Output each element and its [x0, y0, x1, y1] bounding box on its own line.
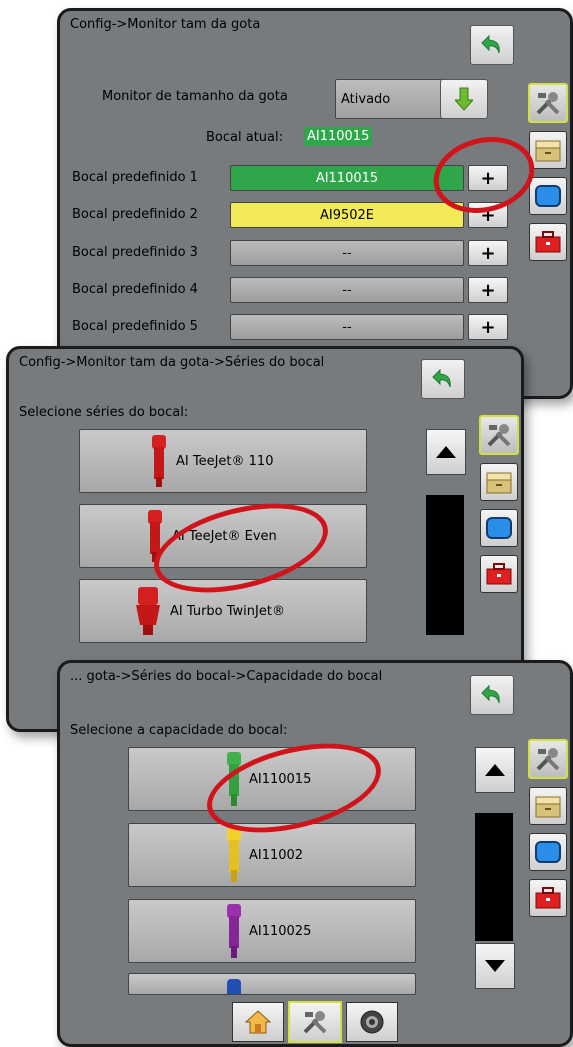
prompt: Selecione séries do bocal:	[19, 405, 189, 420]
screen-tab[interactable]	[480, 509, 518, 547]
toolbox-tab[interactable]	[529, 223, 567, 261]
capacity-label-3: AI110025	[249, 923, 312, 939]
home-tab[interactable]	[232, 1002, 284, 1042]
folder-tab[interactable]	[480, 463, 518, 501]
screen-icon	[535, 185, 561, 207]
tools-icon	[303, 1011, 327, 1034]
series-label-1: AI TeeJet® 110	[176, 453, 274, 469]
preset-field-1[interactable]: AI110015	[230, 165, 464, 191]
bottom-nav	[60, 1000, 570, 1044]
current-nozzle-value: AI110015	[304, 127, 373, 146]
preset-field-4[interactable]: --	[230, 277, 464, 303]
series-option-1[interactable]: AI TeeJet® 110	[79, 429, 367, 493]
tools-tab[interactable]	[528, 83, 568, 123]
tools-icon	[536, 92, 560, 115]
preset-field-5[interactable]: --	[230, 314, 464, 340]
down-arrow-icon	[485, 960, 505, 972]
preset-value-2: AI9502E	[319, 207, 375, 223]
preset-add-button-5[interactable]: +	[468, 314, 508, 340]
monitor-select[interactable]: Ativado	[335, 79, 446, 119]
prompt: Selecione a capacidade do bocal:	[70, 723, 288, 738]
back-button[interactable]	[470, 25, 514, 65]
scroll-down-button[interactable]	[475, 943, 515, 989]
toolbox-icon	[535, 231, 561, 253]
side-toolbar	[477, 415, 521, 593]
tools-tab[interactable]	[479, 415, 519, 455]
back-button[interactable]	[421, 359, 465, 399]
folder-icon	[486, 472, 512, 494]
current-nozzle-label: Bocal atual:	[206, 130, 283, 145]
gauge-icon	[360, 1010, 384, 1034]
scroll-up-button[interactable]	[426, 429, 466, 475]
screen-icon	[486, 517, 512, 539]
screen-tab[interactable]	[529, 833, 567, 871]
preset-label-1: Bocal predefinido 1	[72, 170, 198, 185]
back-arrow-icon	[481, 34, 500, 54]
preset-label-2: Bocal predefinido 2	[72, 207, 198, 222]
preset-value-4: --	[342, 282, 352, 298]
nozzle-icon	[227, 828, 241, 882]
tools-tab[interactable]	[528, 739, 568, 779]
monitor-dropdown-button[interactable]	[440, 79, 488, 119]
nozzle-icon	[227, 904, 241, 958]
screen-icon	[535, 841, 561, 863]
capacity-label-2: AI11002	[249, 847, 304, 863]
up-arrow-icon	[436, 446, 456, 458]
setup-tab[interactable]	[288, 1001, 342, 1043]
folder-tab[interactable]	[529, 787, 567, 825]
gauge-tab[interactable]	[346, 1002, 398, 1042]
tools-icon	[536, 748, 560, 771]
breadcrumb: ... gota->Séries do bocal->Capacidade do…	[70, 669, 383, 684]
preset-label-3: Bocal predefinido 3	[72, 245, 198, 260]
capacity-option-4[interactable]	[128, 973, 416, 995]
toolbox-tab[interactable]	[529, 879, 567, 917]
scrollbar-track[interactable]	[475, 813, 513, 941]
back-arrow-icon	[432, 368, 451, 388]
series-label-3: AI Turbo TwinJet®	[170, 603, 285, 619]
nozzle-icon	[152, 435, 166, 487]
breadcrumb: Config->Monitor tam da gota->Séries do b…	[19, 355, 325, 370]
breadcrumb: Config->Monitor tam da gota	[70, 17, 261, 32]
side-toolbar	[526, 739, 570, 917]
up-arrow-icon	[485, 764, 505, 776]
twin-nozzle-icon	[136, 587, 160, 635]
folder-tab[interactable]	[529, 131, 567, 169]
down-arrow-icon	[455, 87, 473, 111]
preset-value-3: --	[342, 245, 352, 261]
preset-add-button-4[interactable]: +	[468, 277, 508, 303]
back-arrow-icon	[481, 684, 500, 704]
preset-field-2[interactable]: AI9502E	[230, 202, 464, 228]
preset-label-4: Bocal predefinido 4	[72, 282, 198, 297]
monitor-value: Ativado	[341, 91, 391, 107]
tools-icon	[487, 424, 511, 447]
preset-value-1: AI110015	[315, 170, 379, 186]
toolbox-icon	[535, 887, 561, 909]
preset-value-5: --	[342, 319, 352, 335]
nozzle-capacity-panel: ... gota->Séries do bocal->Capacidade do…	[57, 660, 573, 1047]
preset-field-3[interactable]: --	[230, 240, 464, 266]
scroll-up-button[interactable]	[475, 747, 515, 793]
nozzle-icon	[227, 979, 241, 994]
toolbox-icon	[486, 563, 512, 585]
folder-icon	[535, 796, 561, 818]
scrollbar-track[interactable]	[426, 495, 464, 635]
monitor-label: Monitor de tamanho da gota	[102, 89, 288, 104]
toolbox-tab[interactable]	[480, 555, 518, 593]
folder-icon	[535, 140, 561, 162]
capacity-option-2[interactable]: AI11002	[128, 823, 416, 887]
screen-tab[interactable]	[529, 177, 567, 215]
capacity-option-3[interactable]: AI110025	[128, 899, 416, 963]
back-button[interactable]	[470, 675, 514, 715]
preset-label-5: Bocal predefinido 5	[72, 319, 198, 334]
home-icon	[244, 1010, 272, 1034]
preset-add-button-3[interactable]: +	[468, 240, 508, 266]
